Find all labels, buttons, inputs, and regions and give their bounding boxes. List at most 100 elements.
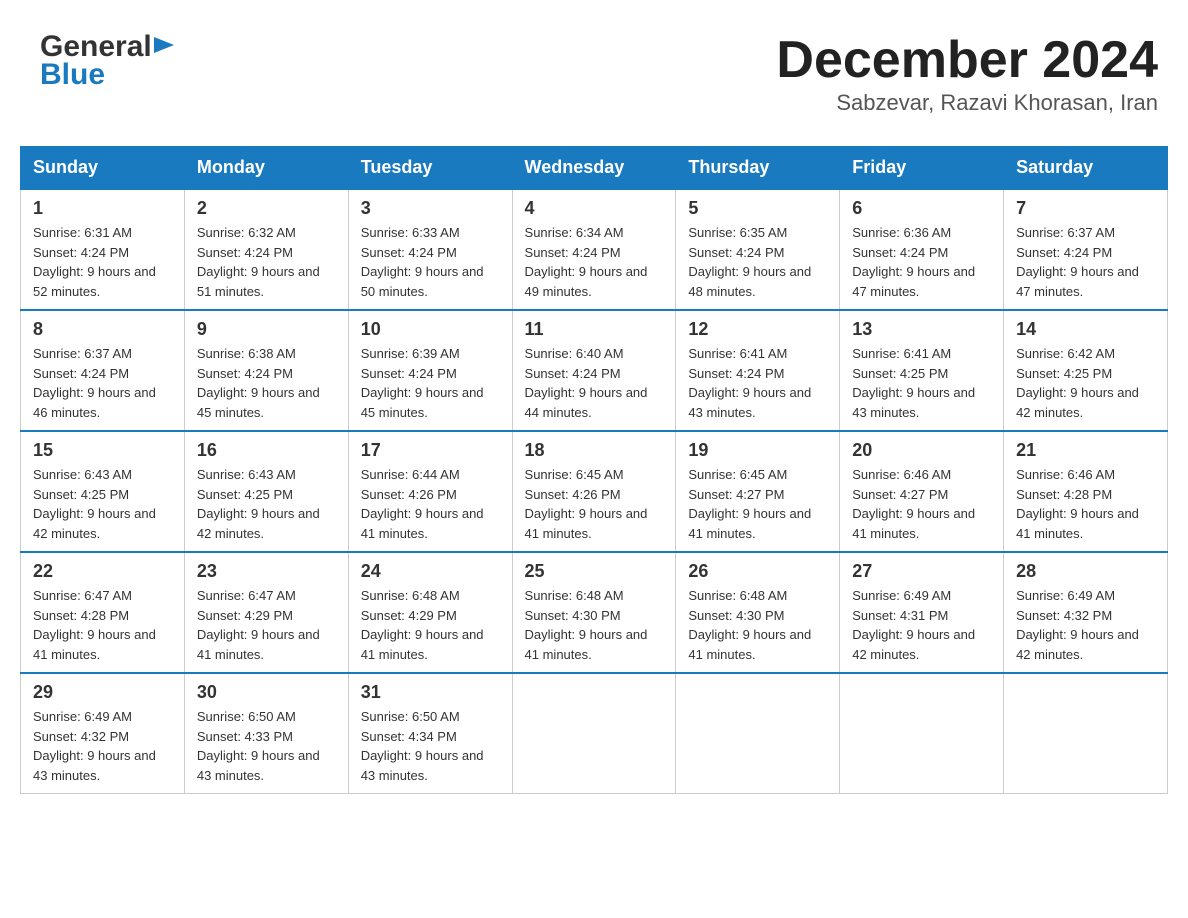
day-info: Sunrise: 6:39 AM Sunset: 4:24 PM Dayligh… — [361, 344, 500, 422]
day-number: 27 — [852, 561, 991, 582]
calendar-cell: 16 Sunrise: 6:43 AM Sunset: 4:25 PM Dayl… — [184, 431, 348, 552]
day-number: 23 — [197, 561, 336, 582]
calendar-cell: 14 Sunrise: 6:42 AM Sunset: 4:25 PM Dayl… — [1004, 310, 1168, 431]
day-info: Sunrise: 6:43 AM Sunset: 4:25 PM Dayligh… — [33, 465, 172, 543]
day-number: 15 — [33, 440, 172, 461]
day-number: 18 — [525, 440, 664, 461]
day-info: Sunrise: 6:33 AM Sunset: 4:24 PM Dayligh… — [361, 223, 500, 301]
day-info: Sunrise: 6:37 AM Sunset: 4:24 PM Dayligh… — [1016, 223, 1155, 301]
week-row-1: 1 Sunrise: 6:31 AM Sunset: 4:24 PM Dayli… — [21, 189, 1168, 310]
title-section: December 2024 Sabzevar, Razavi Khorasan,… — [776, 30, 1158, 116]
day-number: 4 — [525, 198, 664, 219]
calendar-cell: 18 Sunrise: 6:45 AM Sunset: 4:26 PM Dayl… — [512, 431, 676, 552]
day-info: Sunrise: 6:50 AM Sunset: 4:33 PM Dayligh… — [197, 707, 336, 785]
day-number: 5 — [688, 198, 827, 219]
calendar-cell: 11 Sunrise: 6:40 AM Sunset: 4:24 PM Dayl… — [512, 310, 676, 431]
calendar-cell: 5 Sunrise: 6:35 AM Sunset: 4:24 PM Dayli… — [676, 189, 840, 310]
day-info: Sunrise: 6:49 AM Sunset: 4:32 PM Dayligh… — [1016, 586, 1155, 664]
calendar-cell: 12 Sunrise: 6:41 AM Sunset: 4:24 PM Dayl… — [676, 310, 840, 431]
day-header-tuesday: Tuesday — [348, 147, 512, 190]
calendar-cell: 1 Sunrise: 6:31 AM Sunset: 4:24 PM Dayli… — [21, 189, 185, 310]
day-info: Sunrise: 6:47 AM Sunset: 4:29 PM Dayligh… — [197, 586, 336, 664]
day-number: 13 — [852, 319, 991, 340]
calendar-cell — [840, 673, 1004, 794]
calendar-cell: 4 Sunrise: 6:34 AM Sunset: 4:24 PM Dayli… — [512, 189, 676, 310]
day-number: 10 — [361, 319, 500, 340]
calendar-cell: 3 Sunrise: 6:33 AM Sunset: 4:24 PM Dayli… — [348, 189, 512, 310]
day-number: 26 — [688, 561, 827, 582]
day-info: Sunrise: 6:41 AM Sunset: 4:24 PM Dayligh… — [688, 344, 827, 422]
day-info: Sunrise: 6:37 AM Sunset: 4:24 PM Dayligh… — [33, 344, 172, 422]
day-info: Sunrise: 6:50 AM Sunset: 4:34 PM Dayligh… — [361, 707, 500, 785]
calendar-header-row: SundayMondayTuesdayWednesdayThursdayFrid… — [21, 147, 1168, 190]
day-info: Sunrise: 6:31 AM Sunset: 4:24 PM Dayligh… — [33, 223, 172, 301]
calendar-cell: 15 Sunrise: 6:43 AM Sunset: 4:25 PM Dayl… — [21, 431, 185, 552]
calendar-cell: 6 Sunrise: 6:36 AM Sunset: 4:24 PM Dayli… — [840, 189, 1004, 310]
day-number: 20 — [852, 440, 991, 461]
calendar-cell: 2 Sunrise: 6:32 AM Sunset: 4:24 PM Dayli… — [184, 189, 348, 310]
day-info: Sunrise: 6:42 AM Sunset: 4:25 PM Dayligh… — [1016, 344, 1155, 422]
day-number: 30 — [197, 682, 336, 703]
logo: General Blue — [40, 30, 174, 92]
day-info: Sunrise: 6:48 AM Sunset: 4:30 PM Dayligh… — [688, 586, 827, 664]
calendar-table: SundayMondayTuesdayWednesdayThursdayFrid… — [20, 146, 1168, 794]
day-info: Sunrise: 6:48 AM Sunset: 4:29 PM Dayligh… — [361, 586, 500, 664]
calendar-cell — [512, 673, 676, 794]
day-header-sunday: Sunday — [21, 147, 185, 190]
month-title: December 2024 — [776, 30, 1158, 90]
page-header: General Blue December 2024 Sabzevar, Raz… — [20, 20, 1168, 126]
day-number: 1 — [33, 198, 172, 219]
location: Sabzevar, Razavi Khorasan, Iran — [776, 90, 1158, 116]
calendar-cell: 19 Sunrise: 6:45 AM Sunset: 4:27 PM Dayl… — [676, 431, 840, 552]
day-header-saturday: Saturday — [1004, 147, 1168, 190]
day-number: 3 — [361, 198, 500, 219]
day-info: Sunrise: 6:45 AM Sunset: 4:26 PM Dayligh… — [525, 465, 664, 543]
day-number: 2 — [197, 198, 336, 219]
day-info: Sunrise: 6:47 AM Sunset: 4:28 PM Dayligh… — [33, 586, 172, 664]
day-info: Sunrise: 6:35 AM Sunset: 4:24 PM Dayligh… — [688, 223, 827, 301]
calendar-cell: 9 Sunrise: 6:38 AM Sunset: 4:24 PM Dayli… — [184, 310, 348, 431]
day-info: Sunrise: 6:41 AM Sunset: 4:25 PM Dayligh… — [852, 344, 991, 422]
day-info: Sunrise: 6:49 AM Sunset: 4:31 PM Dayligh… — [852, 586, 991, 664]
day-info: Sunrise: 6:46 AM Sunset: 4:27 PM Dayligh… — [852, 465, 991, 543]
day-header-friday: Friday — [840, 147, 1004, 190]
day-number: 19 — [688, 440, 827, 461]
day-header-thursday: Thursday — [676, 147, 840, 190]
day-number: 21 — [1016, 440, 1155, 461]
calendar-cell: 22 Sunrise: 6:47 AM Sunset: 4:28 PM Dayl… — [21, 552, 185, 673]
calendar-cell: 21 Sunrise: 6:46 AM Sunset: 4:28 PM Dayl… — [1004, 431, 1168, 552]
day-number: 25 — [525, 561, 664, 582]
day-number: 8 — [33, 319, 172, 340]
day-number: 9 — [197, 319, 336, 340]
day-number: 29 — [33, 682, 172, 703]
calendar-cell: 25 Sunrise: 6:48 AM Sunset: 4:30 PM Dayl… — [512, 552, 676, 673]
day-info: Sunrise: 6:45 AM Sunset: 4:27 PM Dayligh… — [688, 465, 827, 543]
day-info: Sunrise: 6:32 AM Sunset: 4:24 PM Dayligh… — [197, 223, 336, 301]
day-info: Sunrise: 6:49 AM Sunset: 4:32 PM Dayligh… — [33, 707, 172, 785]
day-number: 14 — [1016, 319, 1155, 340]
week-row-5: 29 Sunrise: 6:49 AM Sunset: 4:32 PM Dayl… — [21, 673, 1168, 794]
calendar-cell: 27 Sunrise: 6:49 AM Sunset: 4:31 PM Dayl… — [840, 552, 1004, 673]
day-number: 31 — [361, 682, 500, 703]
day-number: 16 — [197, 440, 336, 461]
calendar-cell: 30 Sunrise: 6:50 AM Sunset: 4:33 PM Dayl… — [184, 673, 348, 794]
day-header-wednesday: Wednesday — [512, 147, 676, 190]
day-number: 22 — [33, 561, 172, 582]
day-info: Sunrise: 6:34 AM Sunset: 4:24 PM Dayligh… — [525, 223, 664, 301]
calendar-cell: 8 Sunrise: 6:37 AM Sunset: 4:24 PM Dayli… — [21, 310, 185, 431]
day-number: 24 — [361, 561, 500, 582]
day-info: Sunrise: 6:44 AM Sunset: 4:26 PM Dayligh… — [361, 465, 500, 543]
day-info: Sunrise: 6:38 AM Sunset: 4:24 PM Dayligh… — [197, 344, 336, 422]
week-row-3: 15 Sunrise: 6:43 AM Sunset: 4:25 PM Dayl… — [21, 431, 1168, 552]
day-number: 12 — [688, 319, 827, 340]
calendar-cell: 24 Sunrise: 6:48 AM Sunset: 4:29 PM Dayl… — [348, 552, 512, 673]
day-number: 11 — [525, 319, 664, 340]
calendar-cell: 31 Sunrise: 6:50 AM Sunset: 4:34 PM Dayl… — [348, 673, 512, 794]
calendar-cell: 7 Sunrise: 6:37 AM Sunset: 4:24 PM Dayli… — [1004, 189, 1168, 310]
logo-icon — [154, 37, 174, 57]
calendar-cell: 17 Sunrise: 6:44 AM Sunset: 4:26 PM Dayl… — [348, 431, 512, 552]
week-row-4: 22 Sunrise: 6:47 AM Sunset: 4:28 PM Dayl… — [21, 552, 1168, 673]
day-number: 28 — [1016, 561, 1155, 582]
calendar-cell — [1004, 673, 1168, 794]
calendar-cell — [676, 673, 840, 794]
